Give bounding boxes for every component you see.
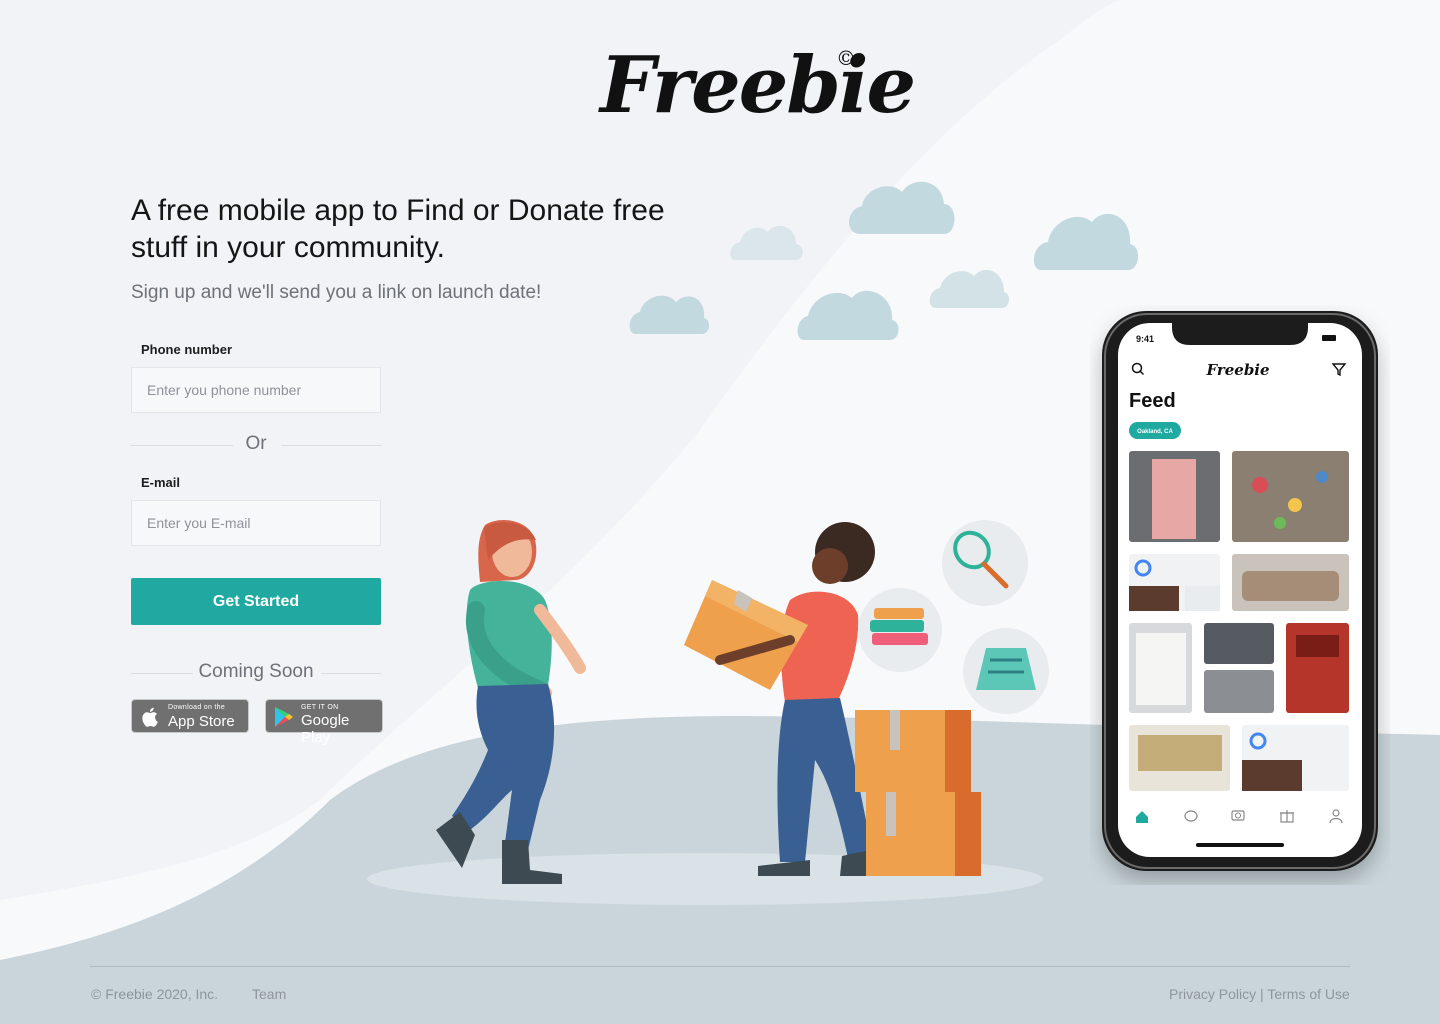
email-input[interactable] [131,500,381,546]
footer-team-link[interactable]: Team [252,986,286,1002]
coming-soon-separator: Coming Soon [131,661,381,685]
brand-logo[interactable]: Freebie © [600,40,916,140]
phone-mockup: 9:41 Freebie Feed Oakland, CA [1102,311,1378,871]
or-separator: Or [131,433,381,457]
google-play-icon [275,707,293,727]
email-label: E-mail [141,475,181,490]
phone-time: 9:41 [1136,334,1154,344]
phone-app-name: Freebie [1205,361,1269,379]
coming-soon-label: Coming Soon [198,661,314,682]
cloud [629,295,710,334]
footer-link-divider: | [1260,986,1264,1002]
terms-of-use-link[interactable]: Terms of Use [1267,986,1349,1002]
footer-divider [90,966,1350,967]
phone-label: Phone number [141,342,233,357]
apple-icon [142,707,158,727]
phone-feed-title: Feed [1129,390,1176,412]
footer-legal-links: Privacy Policy | Terms of Use [1169,986,1351,1002]
app-store-badge[interactable]: Download on the App Store [131,699,249,733]
get-started-button[interactable]: Get Started [131,578,381,625]
brand-name: Freebie [600,40,916,131]
hero-headline: A free mobile app to Find or Donate free… [131,194,665,264]
or-label: Or [245,433,267,454]
cloud [730,225,803,260]
stacked-boxes [855,710,981,876]
google-play-big-text: Google Play [301,712,350,746]
app-store-small-text: Download on the [168,704,226,711]
phone-input[interactable] [131,367,381,413]
footer-copyright: © Freebie 2020, Inc. [91,986,219,1002]
hero-subheadline: Sign up and we'll send you a link on lau… [131,282,542,303]
phone-location-chip[interactable]: Oakland, CA [1137,429,1173,435]
google-play-badge[interactable]: GET IT ON Google Play [265,699,383,746]
privacy-policy-link[interactable]: Privacy Policy [1169,986,1256,1002]
copyright-mark: © [836,46,856,70]
app-store-big-text: App Store [168,713,235,730]
google-play-small-text: GET IT ON [301,704,339,711]
